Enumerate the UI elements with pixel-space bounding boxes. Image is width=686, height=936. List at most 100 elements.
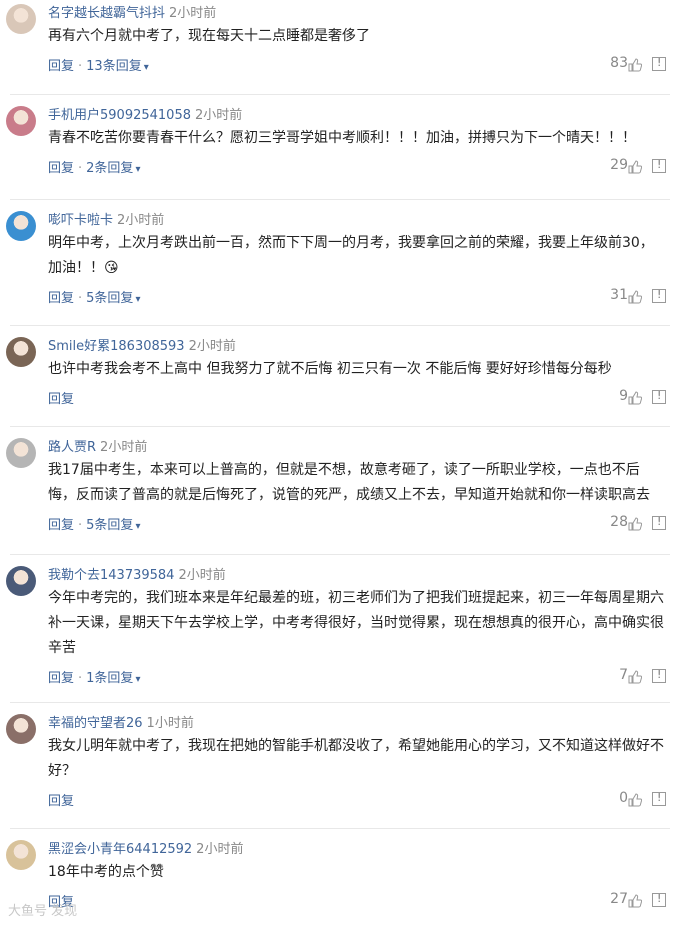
report-icon[interactable] [652, 158, 666, 173]
chevron-down-icon: ▾ [135, 674, 141, 685]
comment-item: 嘭吓卡啦卡 2小时前明年中考，上次月考跌出前一百，然而下下周一的月考，我要拿回之前… [0, 207, 686, 307]
thumbs-up-icon[interactable] [628, 289, 643, 304]
reply-button[interactable]: 回复 [48, 392, 74, 407]
divider [10, 94, 670, 95]
comment-time: 1小时前 [146, 716, 194, 731]
like-count: 29 [610, 157, 628, 173]
username-link[interactable]: Smile好累186308593 [48, 339, 185, 354]
username-link[interactable]: 黑涩会小青年64412592 [48, 842, 192, 857]
like-count: 28 [610, 514, 628, 530]
report-icon[interactable] [652, 389, 666, 404]
reply-button[interactable]: 回复 [48, 59, 74, 74]
view-replies-button[interactable]: 5条回复 [86, 518, 133, 533]
comment-text-line: 18年中考的点个赞 [48, 864, 164, 880]
avatar[interactable] [6, 714, 36, 744]
comment-text-line: 悔，反而读了普高的就是后悔死了，说管的死严，成绩又上不去，早知道开始就和你一样读… [48, 487, 650, 503]
comment-actions: 回复 · 2条回复 ▾ [48, 157, 140, 176]
comment-text-line: 我女儿明年就中考了，我现在把她的智能手机都没收了，希望她能用心的学习，又不知道这… [48, 738, 664, 754]
avatar[interactable] [6, 4, 36, 34]
username-link[interactable]: 手机用户59092541058 [48, 108, 191, 123]
reply-button[interactable]: 回复 [48, 671, 74, 686]
avatar[interactable] [6, 566, 36, 596]
comment-item: Smile好累186308593 2小时前 也许中考我会考不上高中 但我努力了就不后… [0, 333, 686, 433]
avatar[interactable] [6, 106, 36, 136]
comment-text-line: 补一天课，星期天下午去学校上学，中考考得很好，当时觉得累，现在想想真的很开心，高… [48, 615, 664, 631]
view-replies-button[interactable]: 13条回复 [86, 59, 142, 74]
report-icon[interactable] [652, 288, 666, 303]
avatar[interactable] [6, 840, 36, 870]
like-count: 7 [619, 667, 628, 683]
comment-meta: 路人贾R 2小时前 [48, 436, 147, 455]
comment-text-line: 辛苦 [48, 640, 76, 656]
report-icon[interactable] [652, 791, 666, 806]
chevron-down-icon: ▾ [135, 521, 141, 532]
comment-time: 2小时前 [194, 108, 243, 123]
reply-button[interactable]: 回复 [48, 794, 74, 809]
report-icon[interactable] [652, 668, 666, 683]
report-icon[interactable] [652, 892, 666, 907]
thumbs-up-icon[interactable] [628, 792, 643, 807]
divider [10, 426, 670, 427]
comment-time: 2小时前 [117, 213, 165, 228]
avatar[interactable] [6, 337, 36, 367]
comment-time: 2小时前 [188, 339, 236, 354]
divider [10, 828, 670, 829]
chevron-down-icon: ▾ [143, 62, 149, 73]
separator: · [78, 161, 83, 176]
divider [10, 199, 670, 200]
comment-item: 幸福的守望者26 1小时前我女儿明年就中考了，我现在把她的智能手机都没收了，希望她… [0, 710, 686, 810]
view-replies-button[interactable]: 5条回复 [86, 291, 133, 306]
avatar[interactable] [6, 438, 36, 468]
username-link[interactable]: 名字越长越霸气抖抖 [48, 6, 165, 21]
separator: · [78, 518, 83, 533]
comment-text-line: 我17届中考生，本来可以上普高的，但就是不想，故意考砸了，读了一所职业学校，一点… [48, 462, 640, 478]
comment-text-line: 今年中考完的，我们班本来是年纪最差的班，初三老师们为了把我们班提起来，初三一年每… [48, 590, 664, 606]
username-link[interactable]: 路人贾R [48, 440, 96, 455]
comment-text-line: 再有六个月就中考了，现在每天十二点睡都是奢侈了 [48, 28, 370, 44]
comment-meta: Smile好累186308593 2小时前 [48, 335, 236, 354]
comment-actions: 回复 · 5条回复 ▾ [48, 514, 140, 533]
like-count: 27 [610, 891, 628, 907]
username-link[interactable]: 我勒个去143739584 [48, 568, 174, 583]
username-link[interactable]: 嘭吓卡啦卡 [48, 213, 113, 228]
separator: · [78, 59, 83, 74]
comment-actions: 回复 [48, 388, 74, 407]
comment-actions: 回复 · 13条回复 ▾ [48, 55, 149, 74]
view-replies-button[interactable]: 2条回复 [86, 161, 133, 176]
username-link[interactable]: 幸福的守望者26 [48, 716, 143, 731]
report-icon[interactable] [652, 515, 666, 530]
separator: · [78, 291, 83, 306]
thumbs-up-icon[interactable] [628, 516, 643, 531]
reply-button[interactable]: 回复 [48, 518, 74, 533]
divider [10, 702, 670, 703]
comment-text-line: 明年中考，上次月考跌出前一百，然而下下周一的月考，我要拿回之前的荣耀，我要上年级… [48, 235, 654, 251]
comment-actions: 回复 [48, 790, 74, 809]
comment-item: 手机用户59092541058 2小时前 青春不吃苦你要青春干什么？愿初三学哥学姐中… [0, 102, 686, 202]
thumbs-up-icon[interactable] [628, 893, 643, 908]
report-icon[interactable] [652, 56, 666, 71]
comment-meta: 嘭吓卡啦卡 2小时前 [48, 209, 164, 228]
thumbs-up-icon[interactable] [628, 159, 643, 174]
comment-meta: 名字越长越霸气抖抖 2小时前 [48, 2, 216, 21]
comment-time: 2小时前 [169, 6, 217, 21]
comment-item: 我勒个去143739584 2小时前今年中考完的，我们班本来是年纪最差的班，初三老… [0, 562, 686, 686]
reply-button[interactable]: 回复 [48, 161, 74, 176]
watermark: 大鱼号 发现 [8, 904, 78, 919]
thumbs-up-icon[interactable] [628, 669, 643, 684]
reply-button[interactable]: 回复 [48, 291, 74, 306]
thumbs-up-icon[interactable] [628, 390, 643, 405]
comment-item: 路人贾R 2小时前我17届中考生，本来可以上普高的，但就是不想，故意考砸了，读了一… [0, 434, 686, 534]
separator: · [78, 671, 83, 686]
chevron-down-icon: ▾ [135, 294, 141, 305]
avatar[interactable] [6, 211, 36, 241]
comment-time: 2小时前 [100, 440, 148, 455]
view-replies-button[interactable]: 1条回复 [86, 671, 133, 686]
comment-meta: 黑涩会小青年64412592 2小时前 [48, 838, 243, 857]
comment-item: 黑涩会小青年64412592 2小时前 18年中考的点个赞 回复 27 [0, 836, 686, 936]
comment-meta: 幸福的守望者26 1小时前 [48, 712, 194, 731]
chevron-down-icon: ▾ [135, 164, 141, 175]
thumbs-up-icon[interactable] [628, 57, 643, 72]
comment-actions: 回复 · 1条回复 ▾ [48, 667, 140, 686]
like-count: 31 [610, 287, 628, 303]
comment-meta: 我勒个去143739584 2小时前 [48, 564, 226, 583]
